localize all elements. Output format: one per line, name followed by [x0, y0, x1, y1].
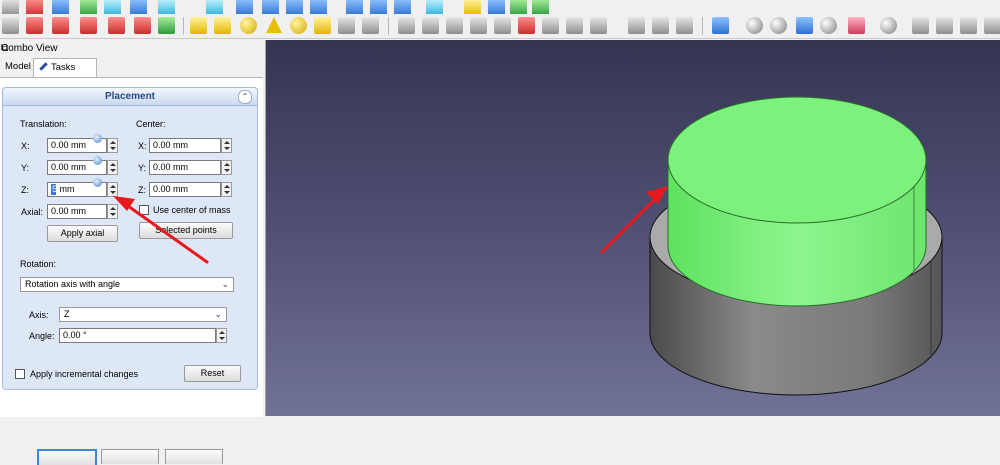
revolve-icon[interactable] — [422, 17, 439, 34]
offset-icon[interactable] — [676, 17, 693, 34]
3d-scene — [600, 96, 943, 396]
annotation-arrow-panel — [113, 196, 209, 264]
ok-button[interactable] — [37, 449, 97, 465]
defeaturing-icon[interactable] — [936, 17, 953, 34]
fuse-icon[interactable] — [796, 17, 813, 34]
chamfer-icon[interactable] — [494, 17, 511, 34]
toolbar-separator — [702, 17, 703, 35]
primitives-icon[interactable] — [338, 17, 355, 34]
cancel-button[interactable] — [165, 449, 223, 464]
extrude-icon[interactable] — [398, 17, 415, 34]
sweep-icon[interactable] — [590, 17, 607, 34]
mirror-icon[interactable] — [446, 17, 463, 34]
3d-viewport[interactable] — [266, 40, 1000, 416]
arrow-shaft — [600, 196, 658, 254]
cross-section-icon[interactable] — [652, 17, 669, 34]
fillet-icon[interactable] — [470, 17, 487, 34]
tube-icon[interactable] — [314, 17, 331, 34]
attachment-icon[interactable] — [960, 17, 977, 34]
section-icon[interactable] — [628, 17, 645, 34]
torus-icon[interactable] — [290, 17, 307, 34]
apply-button[interactable] — [101, 449, 159, 464]
boolean-icon[interactable] — [746, 17, 763, 34]
ruled-surface-icon[interactable] — [542, 17, 559, 34]
check-geometry-icon[interactable] — [912, 17, 929, 34]
join-icon[interactable] — [880, 17, 897, 34]
make-face-icon[interactable] — [518, 17, 535, 34]
arrow-shaft — [126, 204, 209, 264]
toolbar-separator — [388, 17, 389, 35]
split-icon[interactable] — [848, 17, 865, 34]
common-icon[interactable] — [820, 17, 837, 34]
shape-builder-icon[interactable] — [362, 17, 379, 34]
arrow-head — [646, 186, 668, 204]
cut-icon[interactable] — [770, 17, 787, 34]
compound-icon[interactable] — [712, 17, 729, 34]
selected-cylinder-top[interactable] — [667, 96, 927, 224]
loft-icon[interactable] — [566, 17, 583, 34]
color-per-face-icon[interactable] — [984, 17, 1000, 34]
